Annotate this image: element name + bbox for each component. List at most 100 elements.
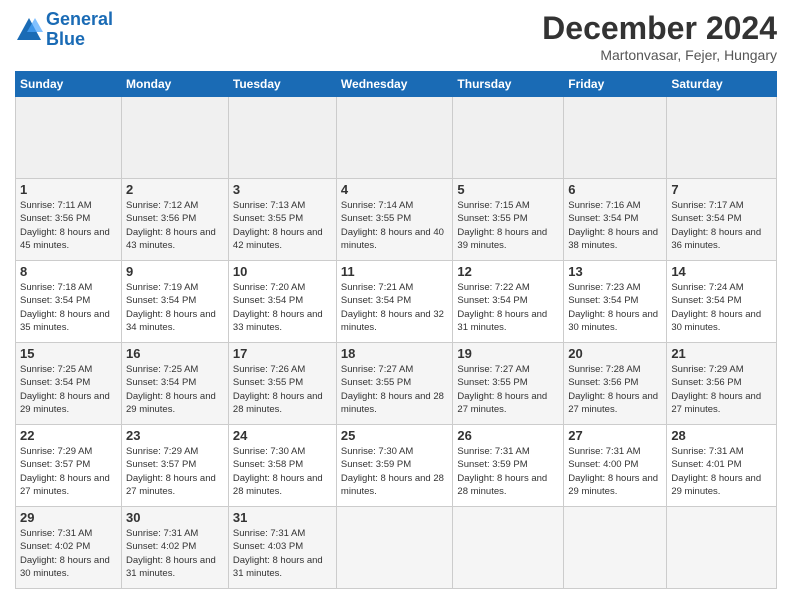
day-info: Sunrise: 7:18 AMSunset: 3:54 PMDaylight:… xyxy=(20,281,117,334)
cell-w3-d0: 15Sunrise: 7:25 AMSunset: 3:54 PMDayligh… xyxy=(16,343,122,425)
day-info: Sunrise: 7:29 AMSunset: 3:57 PMDaylight:… xyxy=(126,445,224,498)
week-row-5: 29Sunrise: 7:31 AMSunset: 4:02 PMDayligh… xyxy=(16,507,777,589)
logo-icon xyxy=(15,16,43,44)
cell-w5-d6 xyxy=(667,507,777,589)
day-number: 25 xyxy=(341,428,448,443)
cell-w1-d2: 3 Sunrise: 7:13 AMSunset: 3:55 PMDaylight… xyxy=(228,179,336,261)
header: General Blue December 2024 Martonvasar, … xyxy=(15,10,777,63)
day-number: 6 xyxy=(568,182,662,197)
logo-line1: General xyxy=(46,9,113,29)
cell-w0-d0 xyxy=(16,97,122,179)
day-number: 20 xyxy=(568,346,662,361)
week-row-4: 22Sunrise: 7:29 AMSunset: 3:57 PMDayligh… xyxy=(16,425,777,507)
page-container: General Blue December 2024 Martonvasar, … xyxy=(0,0,792,599)
cell-w4-d5: 27Sunrise: 7:31 AMSunset: 4:00 PMDayligh… xyxy=(564,425,667,507)
day-info: Sunrise: 7:27 AMSunset: 3:55 PMDaylight:… xyxy=(457,363,559,416)
cell-w0-d3 xyxy=(336,97,452,179)
cell-w5-d1: 30 Sunrise: 7:31 AMSunset: 4:02 PMDayligh… xyxy=(122,507,229,589)
day-info: Sunrise: 7:30 AMSunset: 3:58 PMDaylight:… xyxy=(233,445,332,498)
location: Martonvasar, Fejer, Hungary xyxy=(542,47,777,63)
day-number: 23 xyxy=(126,428,224,443)
day-info: Sunrise: 7:25 AMSunset: 3:54 PMDaylight:… xyxy=(20,363,117,416)
day-info: Sunrise: 7:13 AMSunset: 3:55 PMDaylight:… xyxy=(233,199,332,252)
cell-w1-d5: 6Sunrise: 7:16 AMSunset: 3:54 PMDaylight… xyxy=(564,179,667,261)
calendar-table: Sunday Monday Tuesday Wednesday Thursday… xyxy=(15,71,777,589)
day-number: 7 xyxy=(671,182,772,197)
cell-w0-d4 xyxy=(453,97,564,179)
day-info: Sunrise: 7:14 AMSunset: 3:55 PMDaylight:… xyxy=(341,199,448,252)
cell-w4-d2: 24 Sunrise: 7:30 AMSunset: 3:58 PMDayligh… xyxy=(228,425,336,507)
day-info: Sunrise: 7:26 AMSunset: 3:55 PMDaylight:… xyxy=(233,363,332,416)
cell-w3-d3: 18Sunrise: 7:27 AMSunset: 3:55 PMDayligh… xyxy=(336,343,452,425)
cell-w5-d5 xyxy=(564,507,667,589)
cell-w1-d0: 1 Sunrise: 7:11 AMSunset: 3:56 PMDaylight… xyxy=(16,179,122,261)
day-info: Sunrise: 7:21 AMSunset: 3:54 PMDaylight:… xyxy=(341,281,448,334)
day-info: Sunrise: 7:17 AMSunset: 3:54 PMDaylight:… xyxy=(671,199,772,252)
day-number: 8 xyxy=(20,264,117,279)
cell-w3-d4: 19 Sunrise: 7:27 AMSunset: 3:55 PMDayligh… xyxy=(453,343,564,425)
week-row-2: 8 Sunrise: 7:18 AMSunset: 3:54 PMDaylight… xyxy=(16,261,777,343)
logo: General Blue xyxy=(15,10,113,50)
day-info: Sunrise: 7:11 AMSunset: 3:56 PMDaylight:… xyxy=(20,199,117,252)
header-row: Sunday Monday Tuesday Wednesday Thursday… xyxy=(16,72,777,97)
col-friday: Friday xyxy=(564,72,667,97)
cell-w4-d0: 22Sunrise: 7:29 AMSunset: 3:57 PMDayligh… xyxy=(16,425,122,507)
cell-w0-d1 xyxy=(122,97,229,179)
cell-w0-d2 xyxy=(228,97,336,179)
day-info: Sunrise: 7:22 AMSunset: 3:54 PMDaylight:… xyxy=(457,281,559,334)
day-info: Sunrise: 7:24 AMSunset: 3:54 PMDaylight:… xyxy=(671,281,772,334)
cell-w5-d0: 29Sunrise: 7:31 AMSunset: 4:02 PMDayligh… xyxy=(16,507,122,589)
day-number: 1 xyxy=(20,182,117,197)
day-number: 30 xyxy=(126,510,224,525)
cell-w5-d3 xyxy=(336,507,452,589)
week-row-3: 15Sunrise: 7:25 AMSunset: 3:54 PMDayligh… xyxy=(16,343,777,425)
day-info: Sunrise: 7:25 AMSunset: 3:54 PMDaylight:… xyxy=(126,363,224,416)
day-info: Sunrise: 7:23 AMSunset: 3:54 PMDaylight:… xyxy=(568,281,662,334)
day-info: Sunrise: 7:15 AMSunset: 3:55 PMDaylight:… xyxy=(457,199,559,252)
col-tuesday: Tuesday xyxy=(228,72,336,97)
cell-w3-d1: 16 Sunrise: 7:25 AMSunset: 3:54 PMDayligh… xyxy=(122,343,229,425)
day-info: Sunrise: 7:31 AMSunset: 4:01 PMDaylight:… xyxy=(671,445,772,498)
day-number: 19 xyxy=(457,346,559,361)
day-info: Sunrise: 7:29 AMSunset: 3:56 PMDaylight:… xyxy=(671,363,772,416)
week-row-1: 1 Sunrise: 7:11 AMSunset: 3:56 PMDaylight… xyxy=(16,179,777,261)
day-number: 24 xyxy=(233,428,332,443)
col-wednesday: Wednesday xyxy=(336,72,452,97)
day-number: 14 xyxy=(671,264,772,279)
cell-w4-d4: 26Sunrise: 7:31 AMSunset: 3:59 PMDayligh… xyxy=(453,425,564,507)
day-info: Sunrise: 7:31 AMSunset: 4:02 PMDaylight:… xyxy=(20,527,117,580)
day-info: Sunrise: 7:31 AMSunset: 4:02 PMDaylight:… xyxy=(126,527,224,580)
day-number: 4 xyxy=(341,182,448,197)
col-monday: Monday xyxy=(122,72,229,97)
cell-w4-d1: 23 Sunrise: 7:29 AMSunset: 3:57 PMDayligh… xyxy=(122,425,229,507)
day-info: Sunrise: 7:30 AMSunset: 3:59 PMDaylight:… xyxy=(341,445,448,498)
cell-w3-d5: 20 Sunrise: 7:28 AMSunset: 3:56 PMDayligh… xyxy=(564,343,667,425)
day-number: 12 xyxy=(457,264,559,279)
day-number: 31 xyxy=(233,510,332,525)
logo-text: General Blue xyxy=(46,10,113,50)
day-number: 17 xyxy=(233,346,332,361)
day-info: Sunrise: 7:19 AMSunset: 3:54 PMDaylight:… xyxy=(126,281,224,334)
day-info: Sunrise: 7:12 AMSunset: 3:56 PMDaylight:… xyxy=(126,199,224,252)
col-saturday: Saturday xyxy=(667,72,777,97)
cell-w2-d5: 13 Sunrise: 7:23 AMSunset: 3:54 PMDayligh… xyxy=(564,261,667,343)
title-section: December 2024 Martonvasar, Fejer, Hungar… xyxy=(542,10,777,63)
cell-w1-d6: 7 Sunrise: 7:17 AMSunset: 3:54 PMDaylight… xyxy=(667,179,777,261)
day-info: Sunrise: 7:31 AMSunset: 4:03 PMDaylight:… xyxy=(233,527,332,580)
cell-w2-d6: 14 Sunrise: 7:24 AMSunset: 3:54 PMDayligh… xyxy=(667,261,777,343)
col-thursday: Thursday xyxy=(453,72,564,97)
day-number: 16 xyxy=(126,346,224,361)
day-info: Sunrise: 7:29 AMSunset: 3:57 PMDaylight:… xyxy=(20,445,117,498)
day-number: 9 xyxy=(126,264,224,279)
day-info: Sunrise: 7:27 AMSunset: 3:55 PMDaylight:… xyxy=(341,363,448,416)
day-info: Sunrise: 7:31 AMSunset: 4:00 PMDaylight:… xyxy=(568,445,662,498)
day-number: 13 xyxy=(568,264,662,279)
day-number: 3 xyxy=(233,182,332,197)
cell-w1-d3: 4 Sunrise: 7:14 AMSunset: 3:55 PMDaylight… xyxy=(336,179,452,261)
cell-w5-d2: 31 Sunrise: 7:31 AMSunset: 4:03 PMDayligh… xyxy=(228,507,336,589)
cell-w0-d5 xyxy=(564,97,667,179)
day-info: Sunrise: 7:28 AMSunset: 3:56 PMDaylight:… xyxy=(568,363,662,416)
day-number: 26 xyxy=(457,428,559,443)
cell-w3-d2: 17 Sunrise: 7:26 AMSunset: 3:55 PMDayligh… xyxy=(228,343,336,425)
day-number: 28 xyxy=(671,428,772,443)
